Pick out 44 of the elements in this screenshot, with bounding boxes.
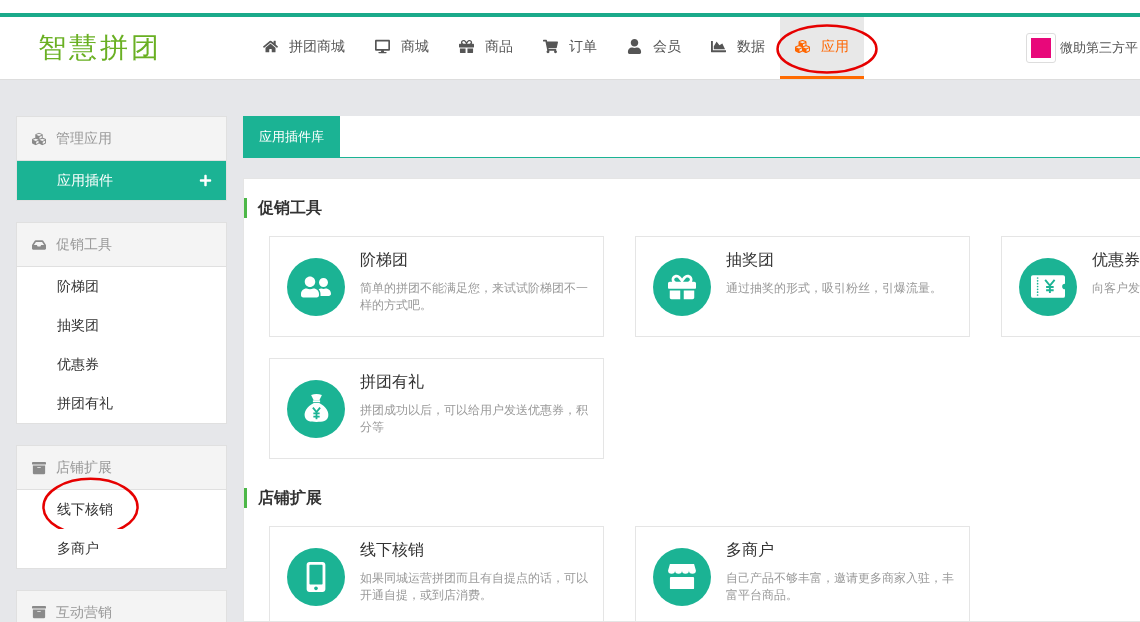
cubes-icon (795, 39, 810, 54)
plugin-description: 通过抽奖的形式，吸引粉丝，引爆流量。 (726, 280, 943, 297)
area-chart-icon (711, 39, 726, 54)
plugin-title: 抽奖团 (726, 250, 775, 270)
logo-icon (1026, 33, 1056, 63)
monitor-icon (375, 39, 390, 54)
money-bag-icon (287, 379, 345, 438)
archive-icon (32, 605, 46, 619)
user-icon (627, 39, 642, 54)
plugin-card[interactable]: 阶梯团 简单的拼团不能满足您，来试试阶梯团不一样的方式吧。 (269, 236, 604, 337)
archive-icon (32, 460, 46, 475)
group-title: 促销工具 (56, 235, 112, 254)
group-title: 管理应用 (56, 129, 112, 148)
plugin-title: 优惠券 (1092, 250, 1140, 270)
plugin-description: 向客户发 (1092, 280, 1140, 297)
section-title: 促销工具 (244, 198, 1140, 218)
plugin-card[interactable]: 线下核销 如果同城运营拼团而且有自提点的话，可以开通自提，或到店消费。 (269, 526, 604, 621)
group-title: 店铺扩展 (56, 458, 112, 477)
phone-icon (287, 547, 345, 606)
plugin-description: 如果同城运营拼团而且有自提点的话，可以开通自提，或到店消费。 (360, 570, 589, 604)
storefront-icon (653, 547, 711, 606)
plugin-title: 多商户 (726, 540, 775, 560)
group-title: 互动营销 (56, 602, 112, 622)
plugin-card[interactable]: 多商户 自己产品不够丰富，邀请更多商家入驻，丰富平台商品。 (635, 526, 970, 621)
two-people-icon (287, 257, 345, 316)
home-icon (263, 39, 278, 54)
gift-icon (653, 257, 711, 316)
gift-icon (459, 39, 474, 54)
plugin-title: 拼团有礼 (360, 372, 425, 392)
plugin-card[interactable]: 拼团有礼 拼团成功以后，可以给用户发送优惠券，积分等 (269, 358, 604, 459)
plugin-description: 自己产品不够丰富，邀请更多商家入驻，丰富平台商品。 (726, 570, 955, 604)
plugin-title: 阶梯团 (360, 250, 409, 270)
cubes-icon (32, 131, 46, 146)
plugin-card[interactable]: 抽奖团 通过抽奖的形式，吸引粉丝，引爆流量。 (635, 236, 970, 337)
plugin-description: 简单的拼团不能满足您，来试试阶梯团不一样的方式吧。 (360, 280, 589, 314)
inbox-icon (32, 237, 46, 252)
plugin-title: 线下核销 (360, 540, 425, 560)
plus-icon (199, 174, 212, 187)
plugin-card[interactable]: 优惠券 向客户发 (1001, 236, 1140, 337)
plugin-description: 拼团成功以后，可以给用户发送优惠券，积分等 (360, 402, 589, 436)
cart-icon (543, 39, 558, 54)
ticket-icon (1019, 257, 1077, 316)
account-name[interactable]: 微助第三方平 (1060, 38, 1138, 58)
section-title: 店铺扩展 (244, 488, 1140, 508)
